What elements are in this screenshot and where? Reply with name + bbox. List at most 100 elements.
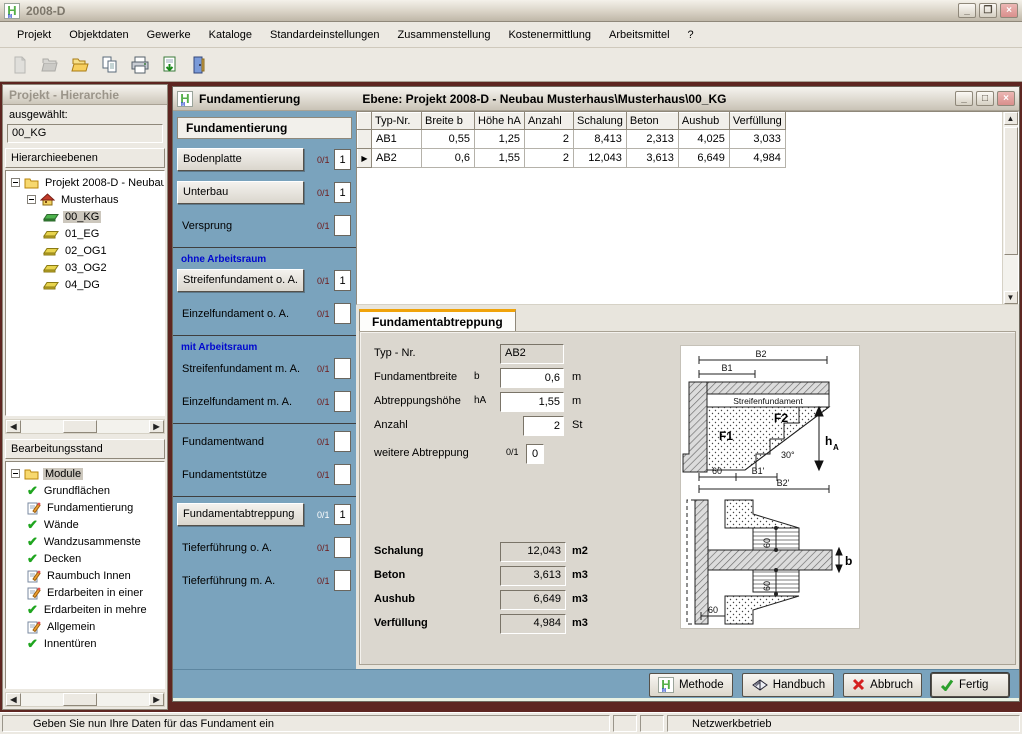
nav-item-count-input[interactable]: [334, 182, 351, 203]
field-input[interactable]: [500, 368, 564, 388]
tree-expander-icon[interactable]: [11, 178, 20, 187]
progress-item-wandzusammenste[interactable]: ✔Wandzusammenste: [9, 533, 164, 550]
fundamentierung-titlebar[interactable]: HM Fundamentierung Ebene: Projekt 2008-D…: [173, 87, 1019, 111]
grid-header-beton[interactable]: Beton: [626, 113, 678, 130]
nav-item-button[interactable]: Einzelfundament o. A.: [177, 308, 304, 320]
progress-item-wände[interactable]: ✔Wände: [9, 516, 164, 533]
methode-button[interactable]: HMMethode: [649, 673, 733, 697]
progress-item-raumbuch-innen[interactable]: Raumbuch Innen: [9, 567, 164, 584]
nav-item-count-input[interactable]: [334, 537, 351, 558]
hierarchy-item-01-eg[interactable]: 01_EG: [9, 225, 164, 242]
menu-item-help[interactable]: ?: [679, 26, 703, 44]
grid-header-höhe-ha[interactable]: Höhe hA: [475, 113, 525, 130]
close-button[interactable]: ×: [1000, 3, 1018, 18]
grid-header-schalung[interactable]: Schalung: [574, 113, 627, 130]
grid-header-anzahl[interactable]: Anzahl: [525, 113, 574, 130]
menu-item-arbeitsmittel[interactable]: Arbeitsmittel: [600, 26, 679, 44]
nav-item-button[interactable]: Einzelfundament m. A.: [177, 396, 304, 408]
abbruch-button[interactable]: Abbruch: [843, 673, 922, 697]
row-marker[interactable]: ▶: [358, 149, 372, 168]
open-folder-icon[interactable]: [66, 51, 93, 78]
grid-cell[interactable]: 8,413: [574, 130, 627, 149]
field-input[interactable]: [526, 444, 544, 464]
hierarchy-hscrollbar[interactable]: ◀ ▶: [5, 419, 165, 434]
grid-cell[interactable]: 3,033: [729, 130, 785, 149]
nav-item-count-input[interactable]: [334, 464, 351, 485]
scroll-thumb[interactable]: [63, 420, 97, 433]
progress-panel-title[interactable]: Bearbeitungsstand: [5, 439, 165, 459]
progress-hscrollbar[interactable]: ◀ ▶: [5, 692, 165, 707]
scroll-up-button[interactable]: ▲: [1004, 112, 1018, 125]
print-icon[interactable]: [126, 51, 153, 78]
grid-cell[interactable]: 0,6: [422, 149, 475, 168]
grid-cell[interactable]: 4,984: [729, 149, 785, 168]
nav-item-button[interactable]: Tieferführung o. A.: [177, 542, 304, 554]
menu-item-gewerke[interactable]: Gewerke: [138, 26, 200, 44]
hierarchy-item-03-og2[interactable]: 03_OG2: [9, 259, 164, 276]
hierarchy-item-projekt-2008-d-neubau[interactable]: Projekt 2008-D - Neubau: [9, 174, 164, 191]
scroll-left-button[interactable]: ◀: [6, 693, 21, 706]
nav-item-count-input[interactable]: [334, 391, 351, 412]
progress-item-erdarbeiten-in-mehre[interactable]: ✔Erdarbeiten in mehre: [9, 601, 164, 618]
grid-header-verfüllung[interactable]: Verfüllung: [729, 113, 785, 130]
open-project-icon[interactable]: [36, 51, 63, 78]
menu-item-objektdaten[interactable]: Objektdaten: [60, 26, 137, 44]
progress-item-erdarbeiten-in-einer[interactable]: Erdarbeiten in einer: [9, 584, 164, 601]
fertig-button[interactable]: Fertig: [931, 673, 1009, 697]
nav-item-count-input[interactable]: [334, 270, 351, 291]
tree-expander-icon[interactable]: [11, 469, 20, 478]
module-minimize-button[interactable]: _: [955, 91, 973, 106]
scroll-down-button[interactable]: ▼: [1004, 291, 1018, 304]
nav-item-count-input[interactable]: [334, 570, 351, 591]
export-document-icon[interactable]: [156, 51, 183, 78]
field-input[interactable]: [500, 392, 564, 412]
grid-header-typ-nr[interactable]: Typ-Nr.: [372, 113, 422, 130]
progress-item-grundflächen[interactable]: ✔Grundflächen: [9, 482, 164, 499]
grid-cell[interactable]: AB2: [372, 149, 422, 168]
grid-cell[interactable]: AB1: [372, 130, 422, 149]
grid-cell[interactable]: 2: [525, 149, 574, 168]
field-input[interactable]: [523, 416, 564, 436]
nav-item-button[interactable]: Fundamentstütze: [177, 469, 304, 481]
grid-header-aushub[interactable]: Aushub: [678, 113, 729, 130]
nav-item-count-input[interactable]: [334, 504, 351, 525]
hierarchy-item-00-kg[interactable]: 00_KG: [9, 208, 164, 225]
nav-item-button[interactable]: Versprung: [177, 220, 304, 232]
row-marker[interactable]: [358, 130, 372, 149]
module-maximize-button[interactable]: □: [976, 91, 994, 106]
scroll-right-button[interactable]: ▶: [149, 420, 164, 433]
progress-item-innentüren[interactable]: ✔Innentüren: [9, 635, 164, 652]
grid-cell[interactable]: 3,613: [626, 149, 678, 168]
grid-header-breite-b[interactable]: Breite b: [422, 113, 475, 130]
menu-item-kostenermittlung[interactable]: Kostenermittlung: [499, 26, 600, 44]
nav-item-button[interactable]: Fundamentwand: [177, 436, 304, 448]
handbuch-button[interactable]: Handbuch: [742, 673, 834, 697]
nav-item-button[interactable]: Streifenfundament o. A.: [177, 269, 304, 292]
exit-icon[interactable]: [186, 51, 213, 78]
grid-cell[interactable]: 6,649: [678, 149, 729, 168]
grid-cell[interactable]: 1,25: [475, 130, 525, 149]
nav-item-count-input[interactable]: [334, 303, 351, 324]
scroll-right-button[interactable]: ▶: [149, 693, 164, 706]
grid-cell[interactable]: 1,55: [475, 149, 525, 168]
progress-item-module[interactable]: Module: [9, 465, 164, 482]
scroll-thumb[interactable]: [1004, 127, 1018, 255]
grid-cell[interactable]: 2,313: [626, 130, 678, 149]
restore-button[interactable]: ❐: [979, 3, 997, 18]
nav-item-button[interactable]: Bodenplatte: [177, 148, 304, 171]
module-close-button[interactable]: ×: [997, 91, 1015, 106]
nav-item-button[interactable]: Streifenfundament m. A.: [177, 363, 304, 375]
progress-item-allgemein[interactable]: Allgemein: [9, 618, 164, 635]
grid-vscrollbar[interactable]: ▲ ▼: [1002, 112, 1018, 304]
scroll-thumb[interactable]: [63, 693, 97, 706]
grid-cell[interactable]: 4,025: [678, 130, 729, 149]
nav-item-button[interactable]: Fundamentabtreppung: [177, 503, 304, 526]
grid-cell[interactable]: 2: [525, 130, 574, 149]
menu-item-kataloge[interactable]: Kataloge: [200, 26, 261, 44]
minimize-button[interactable]: _: [958, 3, 976, 18]
nav-item-button[interactable]: Tieferführung m. A.: [177, 575, 304, 587]
nav-item-count-input[interactable]: [334, 215, 351, 236]
new-document-icon[interactable]: [6, 51, 33, 78]
grid-cell[interactable]: 0,55: [422, 130, 475, 149]
nav-item-count-input[interactable]: [334, 358, 351, 379]
